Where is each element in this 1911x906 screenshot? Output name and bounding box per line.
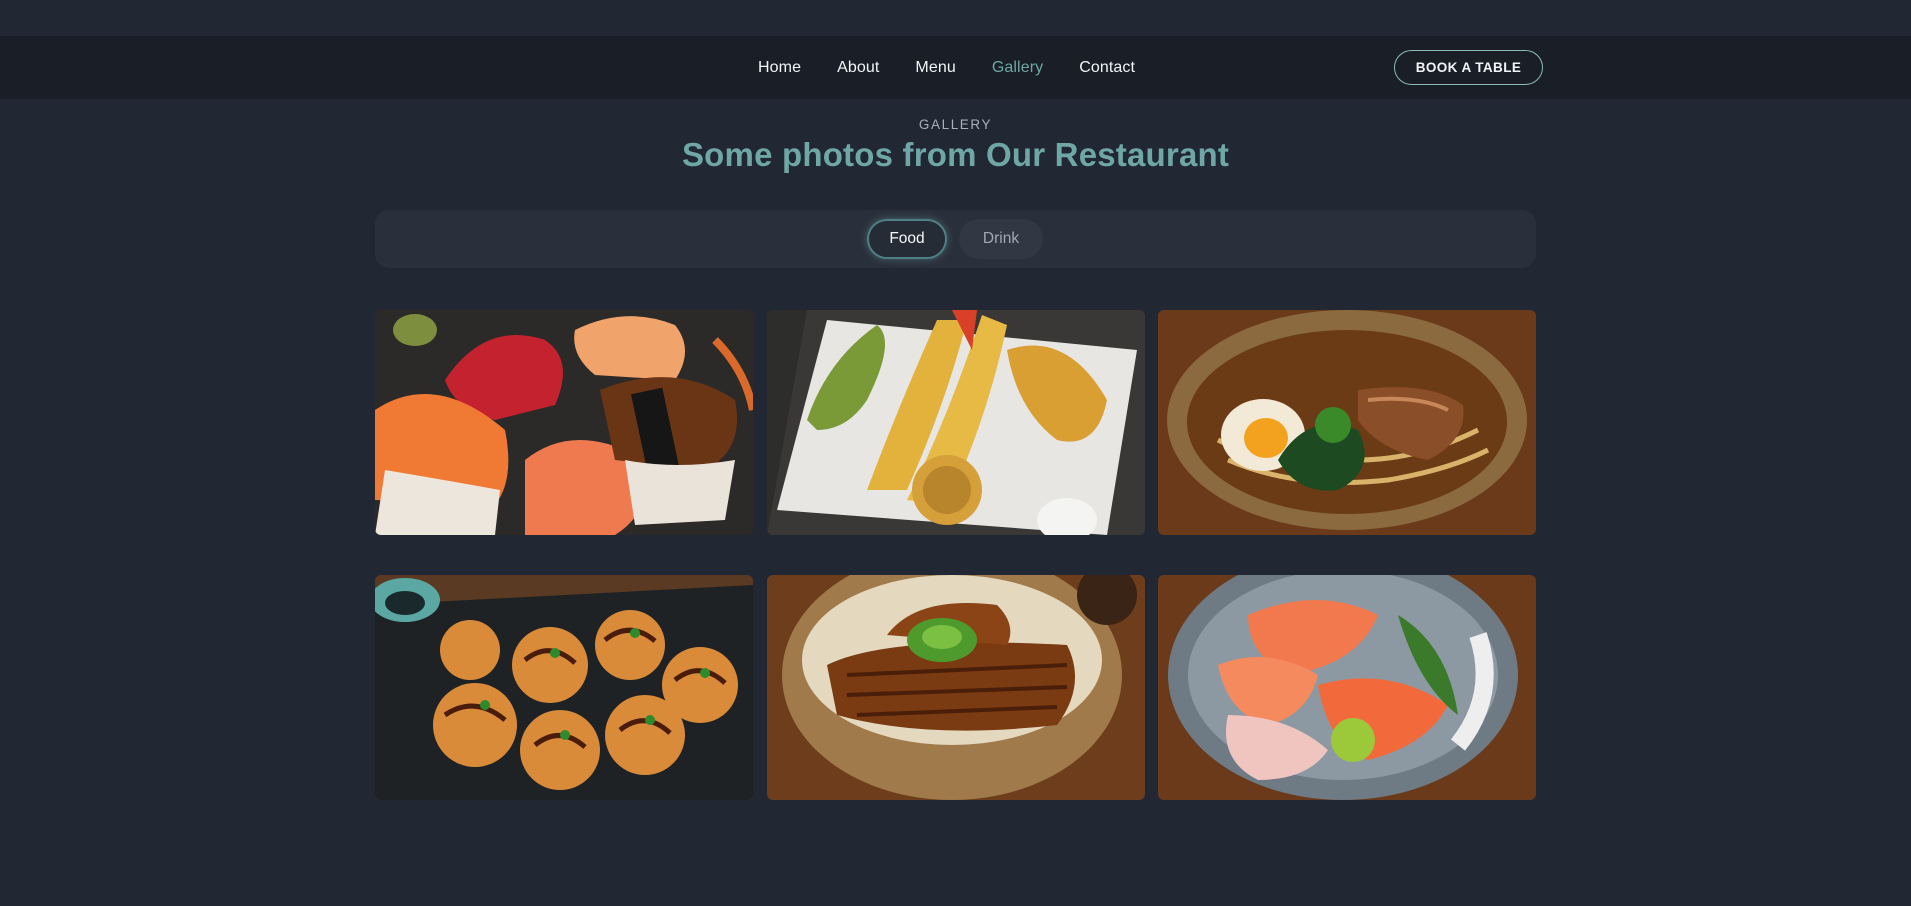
unagi-don-image — [767, 575, 1145, 800]
nav-link-contact[interactable]: Contact — [1079, 59, 1135, 77]
gallery-photo-sushi[interactable] — [375, 310, 753, 535]
filter-food-button[interactable]: Food — [867, 219, 947, 259]
main-nav: Home About Menu Gallery Contact — [758, 36, 1135, 99]
filter-drink-button[interactable]: Drink — [959, 219, 1043, 259]
section-title: Some photos from Our Restaurant — [681, 136, 1230, 173]
filter-bar: Food Drink — [375, 210, 1536, 268]
nav-link-gallery[interactable]: Gallery — [992, 59, 1043, 77]
gallery-photo-ramen[interactable] — [1158, 310, 1536, 535]
gallery-photo-takoyaki[interactable] — [375, 575, 753, 800]
tempura-image — [767, 310, 1145, 535]
gallery-photo-sashimi[interactable] — [1158, 575, 1536, 800]
sushi-image — [375, 310, 753, 535]
nav-link-about[interactable]: About — [837, 59, 879, 77]
nav-link-menu[interactable]: Menu — [915, 59, 955, 77]
nav-link-home[interactable]: Home — [758, 59, 801, 77]
takoyaki-image — [375, 575, 753, 800]
book-a-table-button[interactable]: BOOK A TABLE — [1394, 50, 1543, 85]
ramen-image — [1158, 310, 1536, 535]
gallery-photo-tempura[interactable] — [767, 310, 1145, 535]
section-eyebrow: GALLERY — [918, 117, 993, 132]
sashimi-image — [1158, 575, 1536, 800]
navbar: Home About Menu Gallery Contact BOOK A T… — [0, 36, 1911, 99]
gallery-photo-unagi-don[interactable] — [767, 575, 1145, 800]
